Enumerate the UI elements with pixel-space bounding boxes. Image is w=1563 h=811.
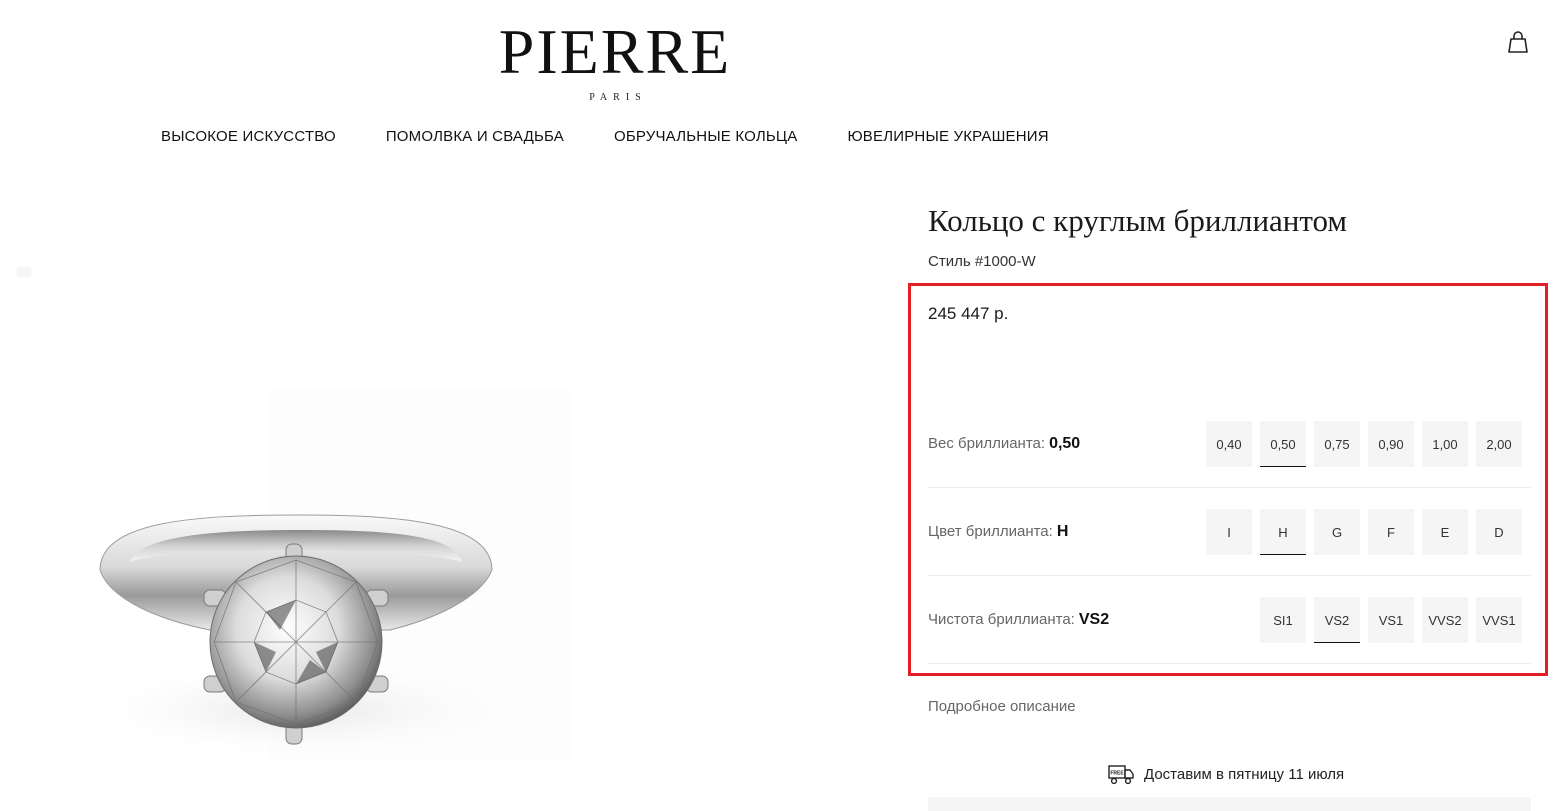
logo-wordmark: PIERRE [498, 16, 732, 87]
carat-chip[interactable]: 0,40 [1206, 421, 1252, 467]
delivery-icon-badge: FREE [1110, 771, 1124, 777]
color-chip-selected[interactable]: H [1260, 509, 1306, 555]
diamond-ring-image[interactable] [0, 190, 880, 811]
product-title: Кольцо с круглым бриллиантом [928, 203, 1348, 238]
clarity-chip[interactable]: VVS2 [1422, 597, 1468, 643]
color-selected-value: H [1056, 523, 1069, 540]
carat-chip[interactable]: 1,00 [1422, 421, 1468, 467]
carat-chip-selected[interactable]: 0,50 [1260, 421, 1306, 467]
carat-chip[interactable]: 2,00 [1476, 421, 1522, 467]
delivery-text: Доставим в пятницу 11 июля [1144, 765, 1345, 783]
product-price: 245 447 р. [928, 304, 1009, 323]
delivery-info: FREE Доставим в пятницу 11 июля [1108, 763, 1344, 785]
nav-item-wedding-rings[interactable]: ОБРУЧАЛЬНЫЕ КОЛЬЦА [614, 128, 797, 145]
clarity-chip[interactable]: VS1 [1368, 597, 1414, 643]
carat-label: Вес бриллианта: 0,50 [928, 435, 1080, 453]
clarity-chip[interactable]: SI1 [1260, 597, 1306, 643]
free-delivery-truck-icon: FREE [1108, 765, 1134, 785]
color-chip[interactable]: D [1476, 509, 1522, 555]
color-option-row: Цвет бриллианта: H I H G F E D [928, 488, 1531, 576]
color-label: Цвет бриллианта: H [928, 523, 1068, 541]
color-chip[interactable]: I [1206, 509, 1252, 555]
nav-item-jewelry[interactable]: ЮВЕЛИРНЫЕ УКРАШЕНИЯ [847, 128, 1048, 145]
brand-logo[interactable]: PIERRE PARIS [486, 16, 744, 104]
clarity-label: Чистота бриллианта: VS2 [928, 611, 1109, 629]
carat-chip[interactable]: 0,90 [1368, 421, 1414, 467]
carat-chip[interactable]: 0,75 [1314, 421, 1360, 467]
clarity-chip-group: SI1 VS2 VS1 VVS2 VVS1 [1260, 597, 1522, 643]
logo-subtitle: PARIS [589, 92, 647, 103]
nav-item-high-art[interactable]: ВЫСОКОЕ ИСКУССТВО [161, 128, 336, 145]
main-navigation: ВЫСОКОЕ ИСКУССТВО ПОМОЛВКА И СВАДЬБА ОБР… [161, 128, 1049, 145]
color-chip-group: I H G F E D [1206, 509, 1522, 555]
carat-selected-value: 0,50 [1049, 435, 1081, 452]
color-chip[interactable]: F [1368, 509, 1414, 555]
clarity-selected-value: VS2 [1078, 611, 1110, 628]
color-label-text: Цвет бриллианта: [928, 523, 1053, 540]
shopping-bag-icon[interactable] [1507, 30, 1529, 54]
carat-option-row: Вес бриллианта: 0,50 0,40 0,50 0,75 0,90 … [928, 400, 1531, 488]
color-chip[interactable]: G [1314, 509, 1360, 555]
carat-label-text: Вес бриллианта: [928, 435, 1046, 452]
add-to-cart-bar[interactable] [928, 797, 1531, 811]
color-chip[interactable]: E [1422, 509, 1468, 555]
clarity-label-text: Чистота бриллианта: [928, 611, 1075, 628]
clarity-option-row: Чистота бриллианта: VS2 SI1 VS2 VS1 VVS2 … [928, 576, 1531, 664]
clarity-chip[interactable]: VVS1 [1476, 597, 1522, 643]
carat-chip-group: 0,40 0,50 0,75 0,90 1,00 2,00 [1206, 421, 1522, 467]
product-style-code: Стиль #1000-W [928, 253, 1036, 270]
nav-item-engagement-wedding[interactable]: ПОМОЛВКА И СВАДЬБА [386, 128, 564, 145]
detailed-description-link[interactable]: Подробное описание [928, 698, 1076, 715]
clarity-chip-selected[interactable]: VS2 [1314, 597, 1360, 643]
